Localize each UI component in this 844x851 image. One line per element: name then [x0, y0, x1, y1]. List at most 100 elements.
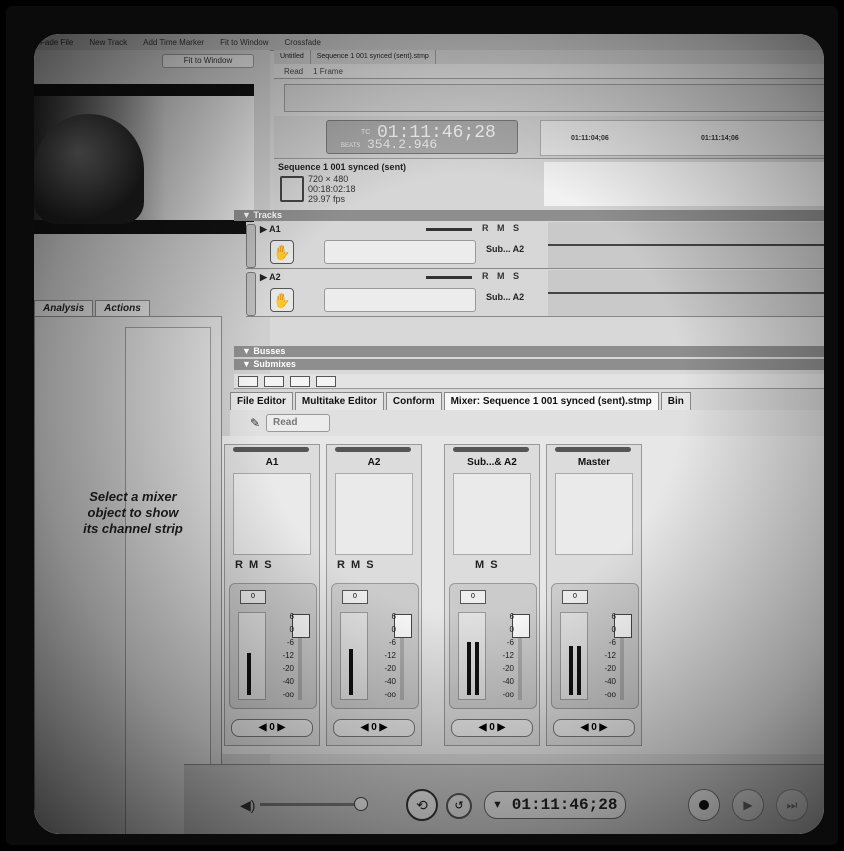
strip-input-button[interactable]: 0 [240, 590, 266, 604]
track-volume[interactable] [426, 228, 472, 231]
pan-value: 0 [269, 722, 275, 733]
pan-control[interactable]: ◀ 0 ▶ [231, 719, 313, 737]
play-button[interactable]: ▶ [732, 789, 764, 821]
pan-control[interactable]: ◀ 0 ▶ [553, 719, 635, 737]
pan-control[interactable]: ◀ 0 ▶ [451, 719, 533, 737]
busses-header[interactable]: ▼ Busses [234, 346, 824, 357]
fader-scale: 6 0 -6 -12 -20 -40 -oo [376, 610, 396, 701]
track-output-select[interactable]: Sub... A2 [486, 292, 524, 302]
pan-value: 0 [591, 722, 597, 733]
reverse-button[interactable]: ↺ [446, 793, 472, 819]
strip-plugin-area[interactable] [555, 473, 633, 555]
level-meter [458, 612, 486, 700]
track-pan-slider[interactable] [324, 288, 476, 312]
tool-button[interactable] [238, 375, 258, 387]
busses-label: Busses [253, 346, 286, 356]
tab-untitled[interactable]: Untitled [274, 50, 311, 64]
strip-name: Master [577, 457, 611, 468]
strip-plugin-area[interactable] [453, 473, 531, 555]
fit-to-window-select[interactable]: Fit to Window [162, 54, 254, 68]
strip-input-button[interactable]: 0 [460, 590, 486, 604]
pan-value: 0 [371, 722, 377, 733]
menu-crossfade[interactable]: Crossfade [285, 38, 321, 47]
strip-input-button[interactable]: 0 [562, 590, 588, 604]
sequence-duration: 00:18:02:18 [308, 184, 356, 194]
loop-button[interactable]: ⟲ [406, 789, 438, 821]
menu-fade-file[interactable]: Fade File [40, 38, 73, 47]
track-a1[interactable]: ▶ A1 R M S ✋ Sub... A2 [246, 222, 824, 269]
toolbar: Read 1 Frame [274, 64, 824, 79]
tracks-header[interactable]: ▼ Tracks [234, 210, 824, 221]
tab-analysis[interactable]: Analysis [34, 300, 94, 317]
waveform[interactable] [548, 270, 824, 316]
tab-multitake-editor[interactable]: Multitake Editor [294, 392, 384, 410]
scale-mark: 6 [509, 612, 514, 621]
tool-button[interactable] [290, 375, 310, 387]
strip-input-button[interactable]: 0 [342, 590, 368, 604]
tab-mixer[interactable]: Mixer: Sequence 1 001 synced (sent).stmp [443, 392, 659, 410]
strip-plugin-area[interactable] [233, 473, 311, 555]
fader-knob[interactable] [292, 614, 310, 638]
automation-mode-select[interactable]: Read [266, 414, 330, 432]
volume-knob[interactable] [354, 797, 368, 811]
meter-bar [475, 642, 479, 695]
channel-strip-submix[interactable]: Sub...& A2 M S 0 6 0 -6 -12 -20 -40 -oo ◀ 0 ▶ [444, 444, 540, 746]
fader-knob[interactable] [614, 614, 632, 638]
fader-knob[interactable] [512, 614, 530, 638]
volume-slider[interactable] [260, 803, 364, 806]
waveform[interactable] [548, 222, 824, 268]
track-volume[interactable] [426, 276, 472, 279]
beats-label: BEATS [341, 143, 361, 149]
track-rms-buttons[interactable]: R M S [482, 223, 522, 233]
channel-strip-master[interactable]: Master 0 6 0 -6 -12 -20 -40 -oo ◀ 0 ▶ [546, 444, 642, 746]
timeline-ruler[interactable]: 01:11:04;06 01:11:14;06 [540, 120, 824, 156]
strip-rms-buttons[interactable]: R M S [337, 559, 374, 571]
mixer-area: A1 R M S 0 6 0 -6 -12 -20 -40 -oo ◀ 0 ▶ A2 R M… [222, 436, 824, 754]
fader-knob[interactable] [394, 614, 412, 638]
strip-plugin-area[interactable] [335, 473, 413, 555]
menu-fit-to-window[interactable]: Fit to Window [220, 38, 268, 47]
automation-bar: ✎ Read [230, 410, 824, 437]
next-button[interactable]: ⏭ [776, 789, 808, 821]
toolbar-read[interactable]: Read [284, 67, 303, 76]
document-tabs: Untitled Sequence 1 001 synced (sent).st… [274, 50, 824, 65]
channel-strip-panel: Select a mixer object to show its channe… [34, 316, 222, 834]
tab-conform[interactable]: Conform [385, 392, 442, 410]
tab-actions[interactable]: Actions [95, 300, 150, 317]
video-subject [34, 114, 144, 224]
speaker-icon: ◀) [240, 797, 256, 813]
strip-rms-buttons[interactable]: R M S [235, 559, 272, 571]
track-grip[interactable] [246, 272, 256, 316]
editor-tabs: File Editor Multitake Editor Conform Mix… [230, 392, 824, 410]
channel-strip-a2[interactable]: A2 R M S 0 6 0 -6 -12 -20 -40 -oo ◀ 0 ▶ [326, 444, 422, 746]
fader-scale: 6 0 -6 -12 -20 -40 -oo [596, 610, 616, 701]
record-button[interactable] [688, 789, 720, 821]
menu-new-track[interactable]: New Track [89, 38, 127, 47]
track-grip[interactable] [246, 224, 256, 268]
toolbar-frame[interactable]: 1 Frame [313, 67, 343, 76]
tool-button[interactable] [316, 375, 336, 387]
track-rms-buttons[interactable]: R M S [482, 271, 522, 281]
transport-timecode[interactable]: ▾ 01:11:46;28 [484, 791, 626, 819]
submixes-header[interactable]: ▼ Submixes [234, 359, 824, 370]
tool-button[interactable] [264, 375, 284, 387]
channel-strip-a1[interactable]: A1 R M S 0 6 0 -6 -12 -20 -40 -oo ◀ 0 ▶ [224, 444, 320, 746]
track-output-select[interactable]: Sub... A2 [486, 244, 524, 254]
film-icon [280, 176, 304, 202]
strip-name: A1 [265, 457, 279, 468]
tab-bin[interactable]: Bin [660, 392, 691, 410]
scale-mark: -12 [282, 651, 294, 660]
track-name-label: A2 [269, 272, 281, 282]
scale-mark: 0 [509, 625, 514, 634]
track-pan-slider[interactable] [324, 240, 476, 264]
overview-ruler[interactable] [284, 84, 824, 112]
track-a2[interactable]: ▶ A2 R M S ✋ Sub... A2 [246, 270, 824, 317]
tab-file-editor[interactable]: File Editor [230, 392, 293, 410]
menu-add-time-marker[interactable]: Add Time Marker [143, 38, 204, 47]
sequence-fps: 29.97 fps [308, 194, 346, 204]
pan-control[interactable]: ◀ 0 ▶ [333, 719, 415, 737]
tab-sequence[interactable]: Sequence 1 001 synced (sent).stmp [311, 50, 436, 64]
scale-mark: -6 [388, 638, 396, 647]
sequence-info: Sequence 1 001 synced (sent) 720 × 480 0… [274, 160, 824, 211]
strip-ms-buttons[interactable]: M S [475, 559, 498, 571]
